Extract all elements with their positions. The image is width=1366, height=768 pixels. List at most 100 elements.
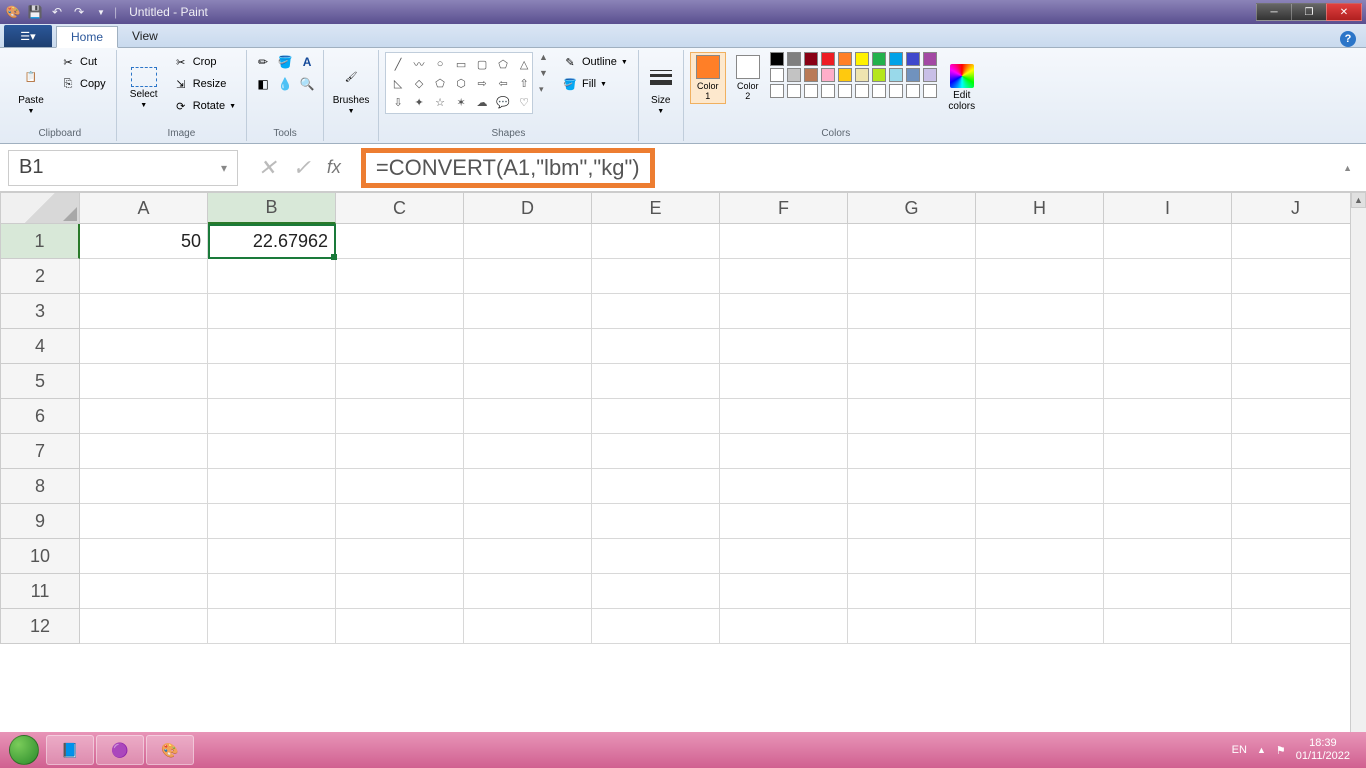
brushes-button[interactable]: 🖌 Brushes ▼ [330, 52, 372, 124]
palette-color-9[interactable] [923, 52, 937, 66]
cell-G11[interactable] [848, 574, 976, 609]
cell-D9[interactable] [464, 504, 592, 539]
cell-E3[interactable] [592, 294, 720, 329]
cell-E2[interactable] [592, 259, 720, 294]
cell-J8[interactable] [1232, 469, 1360, 504]
palette-color-23[interactable] [821, 84, 835, 98]
minimize-button[interactable]: ─ [1256, 3, 1292, 21]
palette-color-27[interactable] [889, 84, 903, 98]
palette-color-5[interactable] [855, 52, 869, 66]
cell-I4[interactable] [1104, 329, 1232, 364]
close-button[interactable]: ✕ [1326, 3, 1362, 21]
cell-A6[interactable] [80, 399, 208, 434]
cell-A7[interactable] [80, 434, 208, 469]
cell-H10[interactable] [976, 539, 1104, 574]
row-header-6[interactable]: 6 [0, 399, 80, 434]
cell-H7[interactable] [976, 434, 1104, 469]
cell-B8[interactable] [208, 469, 336, 504]
cell-I6[interactable] [1104, 399, 1232, 434]
vertical-scrollbar[interactable]: ▲ [1350, 192, 1366, 732]
row-header-9[interactable]: 9 [0, 504, 80, 539]
tab-home[interactable]: Home [56, 26, 118, 48]
col-header-A[interactable]: A [80, 192, 208, 224]
cell-J10[interactable] [1232, 539, 1360, 574]
cell-E8[interactable] [592, 469, 720, 504]
cell-H6[interactable] [976, 399, 1104, 434]
taskbar-word[interactable]: 📘 [46, 735, 94, 765]
formula-input[interactable]: =CONVERT(A1,"lbm","kg") [361, 148, 655, 188]
rotate-button[interactable]: ⟳ Rotate ▼ [169, 96, 240, 116]
cell-C2[interactable] [336, 259, 464, 294]
row-header-1[interactable]: 1 [0, 224, 80, 259]
palette-color-28[interactable] [906, 84, 920, 98]
shape-callout-round[interactable]: ☁ [472, 93, 492, 111]
save-icon[interactable]: 💾 [26, 3, 44, 21]
palette-color-1[interactable] [787, 52, 801, 66]
cell-I9[interactable] [1104, 504, 1232, 539]
cell-F2[interactable] [720, 259, 848, 294]
tab-view[interactable]: View [118, 25, 172, 47]
palette-color-8[interactable] [906, 52, 920, 66]
palette-color-3[interactable] [821, 52, 835, 66]
palette-color-29[interactable] [923, 84, 937, 98]
cell-I7[interactable] [1104, 434, 1232, 469]
col-header-B[interactable]: B [208, 192, 336, 224]
cell-H1[interactable] [976, 224, 1104, 259]
col-header-D[interactable]: D [464, 192, 592, 224]
cell-E6[interactable] [592, 399, 720, 434]
cell-F11[interactable] [720, 574, 848, 609]
col-header-H[interactable]: H [976, 192, 1104, 224]
cell-G2[interactable] [848, 259, 976, 294]
cell-H9[interactable] [976, 504, 1104, 539]
copy-button[interactable]: ⎘ Copy [56, 74, 110, 94]
cell-G7[interactable] [848, 434, 976, 469]
magnifier-tool[interactable]: 🔍 [297, 74, 317, 94]
cell-C3[interactable] [336, 294, 464, 329]
paint-logo-icon[interactable]: 🎨 [4, 3, 22, 21]
cell-D4[interactable] [464, 329, 592, 364]
cell-C5[interactable] [336, 364, 464, 399]
cell-H2[interactable] [976, 259, 1104, 294]
cell-H3[interactable] [976, 294, 1104, 329]
cell-J5[interactable] [1232, 364, 1360, 399]
cell-J9[interactable] [1232, 504, 1360, 539]
shapes-scroll-down[interactable]: ▼ [539, 68, 548, 78]
row-header-7[interactable]: 7 [0, 434, 80, 469]
cell-H11[interactable] [976, 574, 1104, 609]
cell-J4[interactable] [1232, 329, 1360, 364]
tray-show-hidden-icon[interactable]: ▲ [1257, 745, 1266, 755]
file-menu-button[interactable]: ☰▾ [4, 25, 52, 47]
cell-F1[interactable] [720, 224, 848, 259]
shape-callout-oval[interactable]: 💬 [493, 93, 513, 111]
maximize-button[interactable]: ❐ [1291, 3, 1327, 21]
cell-B10[interactable] [208, 539, 336, 574]
taskbar-paint[interactable]: 🎨 [146, 735, 194, 765]
outline-button[interactable]: ✎ Outline ▼ [558, 52, 632, 72]
formula-scroll-up[interactable]: ▲ [1343, 163, 1358, 173]
cell-F8[interactable] [720, 469, 848, 504]
row-header-8[interactable]: 8 [0, 469, 80, 504]
palette-color-11[interactable] [787, 68, 801, 82]
palette-color-17[interactable] [889, 68, 903, 82]
row-header-12[interactable]: 12 [0, 609, 80, 644]
cell-C7[interactable] [336, 434, 464, 469]
cell-H12[interactable] [976, 609, 1104, 644]
shape-arrow-d[interactable]: ⇩ [388, 93, 408, 111]
cell-B4[interactable] [208, 329, 336, 364]
cell-J2[interactable] [1232, 259, 1360, 294]
help-icon[interactable]: ? [1340, 31, 1356, 47]
col-header-E[interactable]: E [592, 192, 720, 224]
palette-color-25[interactable] [855, 84, 869, 98]
cell-J11[interactable] [1232, 574, 1360, 609]
cell-E9[interactable] [592, 504, 720, 539]
shape-arrow-r[interactable]: ⇨ [472, 74, 492, 92]
cell-I5[interactable] [1104, 364, 1232, 399]
cell-A4[interactable] [80, 329, 208, 364]
row-header-3[interactable]: 3 [0, 294, 80, 329]
shapes-expand[interactable]: ▾ [539, 84, 548, 95]
cell-E5[interactable] [592, 364, 720, 399]
qat-dropdown-icon[interactable]: ▼ [92, 3, 110, 21]
color2-button[interactable]: Color 2 [730, 52, 766, 104]
shape-line[interactable]: ╱ [388, 55, 408, 73]
col-header-J[interactable]: J [1232, 192, 1360, 224]
